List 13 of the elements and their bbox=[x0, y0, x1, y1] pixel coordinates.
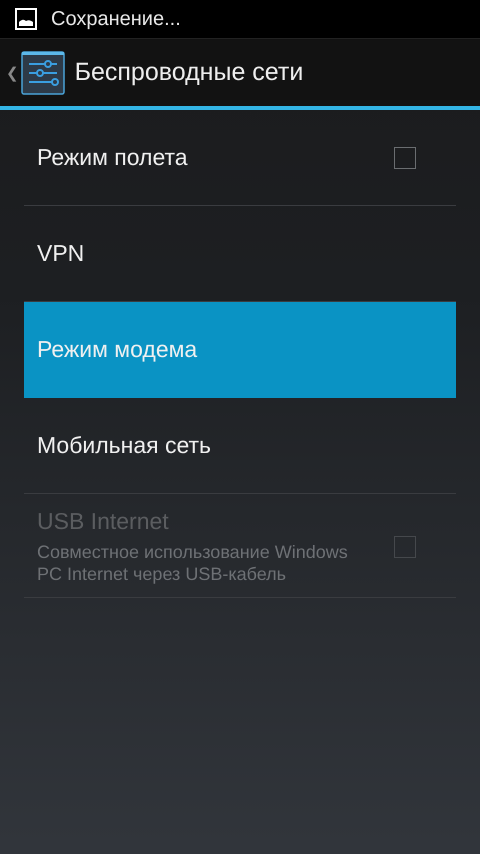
picture-icon bbox=[15, 8, 37, 30]
item-title: Режим модема bbox=[37, 336, 198, 363]
item-title: Мобильная сеть bbox=[37, 432, 212, 459]
settings-item[interactable]: Мобильная сеть bbox=[24, 398, 456, 494]
settings-item[interactable]: Режим полета bbox=[24, 110, 456, 206]
item-title: Режим полета bbox=[37, 144, 189, 171]
back-caret-icon[interactable]: ❮ bbox=[6, 64, 19, 82]
settings-icon[interactable] bbox=[20, 50, 65, 94]
item-summary: Совместное использование Windows PC Internet через USB-кабель bbox=[37, 541, 349, 585]
item-title: VPN bbox=[37, 240, 86, 267]
notification-text: Сохранение... bbox=[51, 8, 181, 30]
checkbox[interactable] bbox=[394, 146, 416, 168]
screen-title: Беспроводные сети bbox=[74, 58, 304, 87]
